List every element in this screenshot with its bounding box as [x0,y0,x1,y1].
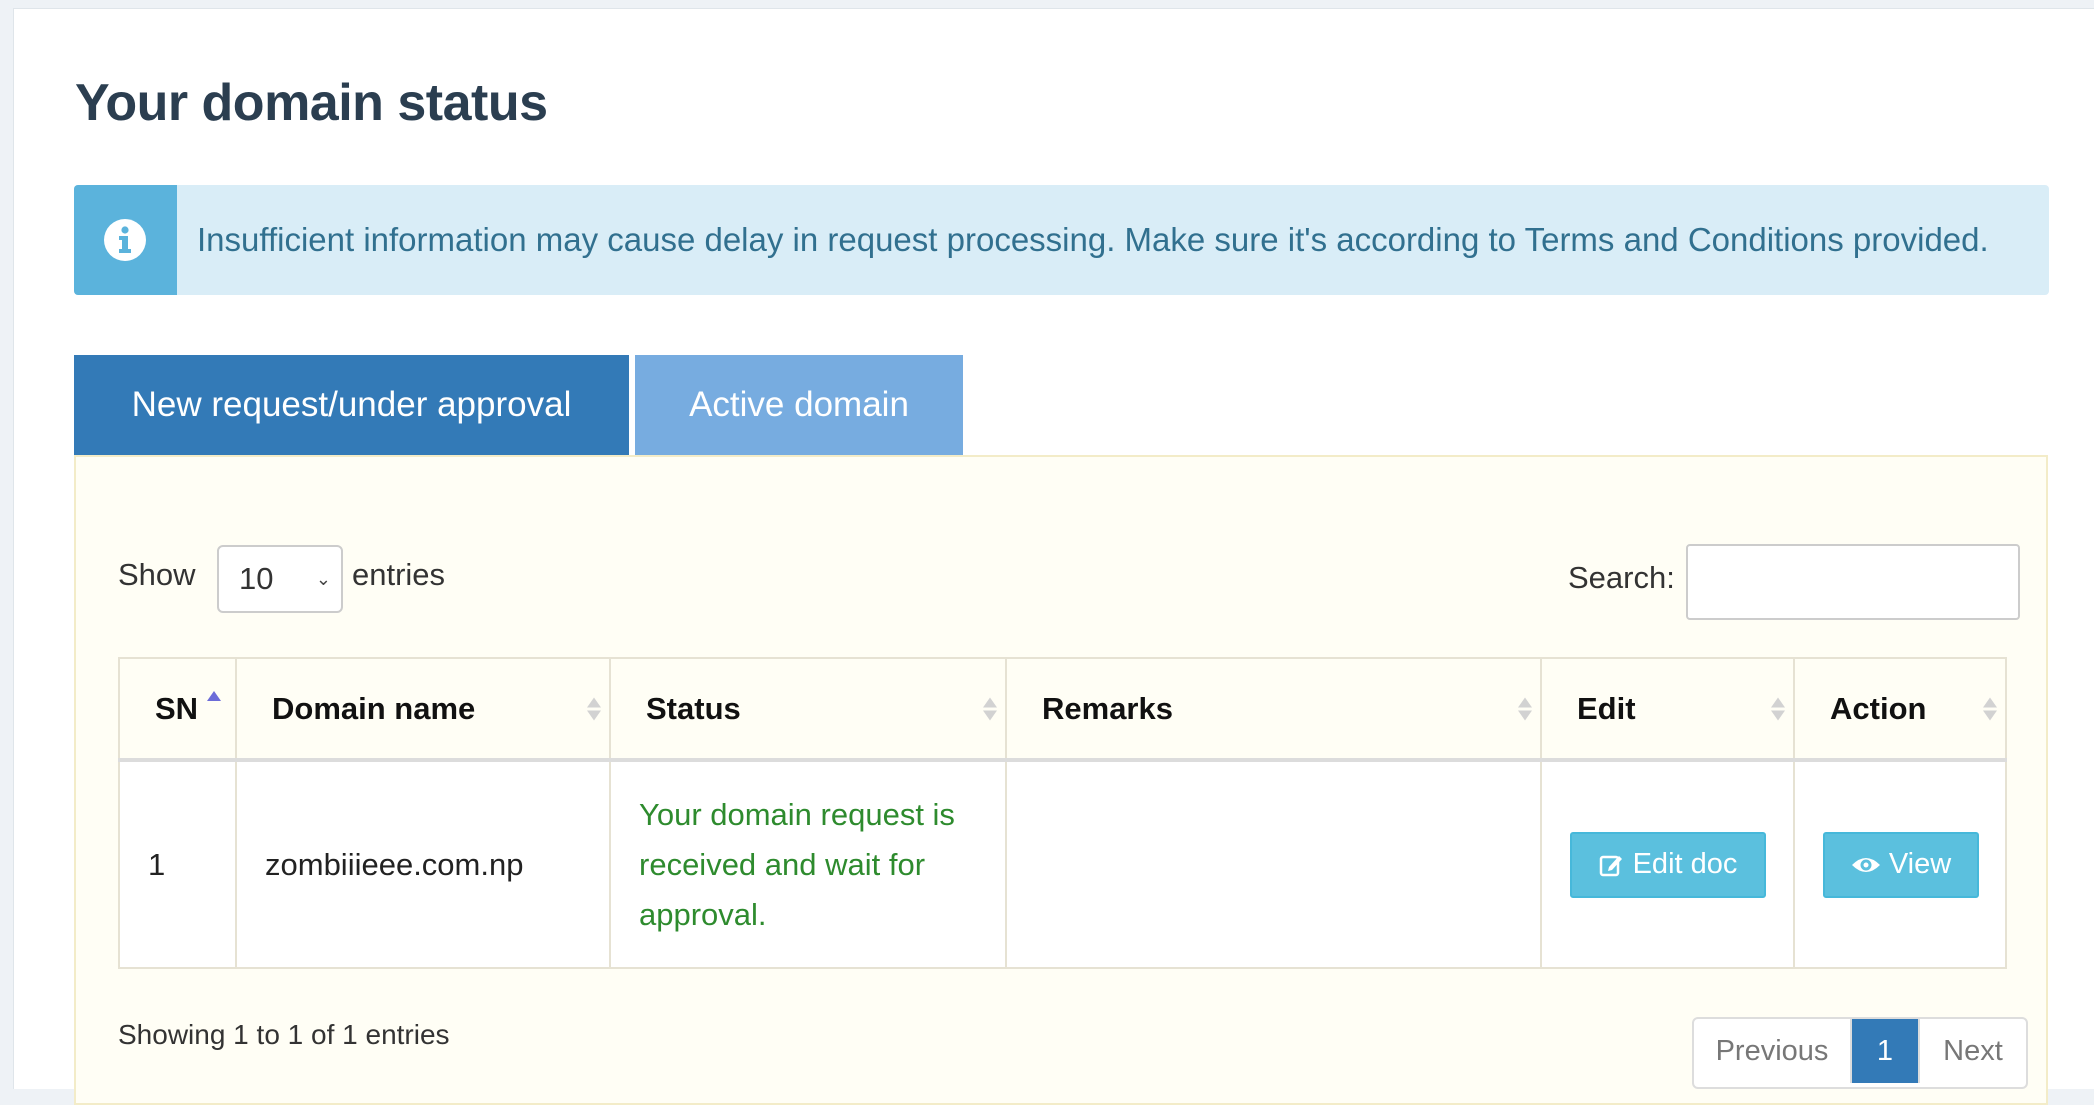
column-header-label: Edit [1577,690,1636,726]
cell-action: View [1793,759,2007,969]
column-header-action[interactable]: Action [1793,657,2007,762]
show-label: Show [118,557,196,592]
view-button[interactable]: View [1823,831,1979,898]
table-header-row: SN Domain name Status Remarks Edit Actio… [118,657,2007,762]
view-label: View [1888,848,1952,880]
search-label: Search: [1568,560,1675,595]
page-container: Your domain status Insufficient informat… [13,8,2094,1105]
column-header-remarks[interactable]: Remarks [1005,657,1542,762]
table-info: Showing 1 to 1 of 1 entries [118,1019,450,1050]
table-row: 1 zombiiieee.com.np Your domain request … [118,759,2007,969]
sort-ascending-icon [207,691,221,701]
column-header-status[interactable]: Status [609,657,1007,762]
page-length-select[interactable]: 10 ⌄ [217,545,343,613]
edit-icon [1599,855,1622,876]
info-alert: Insufficient information may cause delay… [74,185,2049,295]
column-header-label: Action [1830,690,1927,726]
column-header-label: Remarks [1042,690,1173,726]
info-circle-icon [104,219,146,261]
search-input[interactable] [1686,544,2020,620]
sort-icon [983,697,997,720]
edit-doc-label: Edit doc [1632,848,1738,880]
page-length-value: 10 [239,561,274,596]
sort-icon [1771,697,1785,720]
cell-domain-name: zombiiieee.com.np [235,759,611,969]
eye-icon [1851,857,1880,872]
sort-icon [1983,697,1997,720]
sort-icon [1518,697,1532,720]
cell-remarks [1005,759,1542,969]
column-header-domain-name[interactable]: Domain name [235,657,611,762]
page-1-button[interactable]: 1 [1852,1019,1918,1083]
cell-sn: 1 [118,759,237,969]
page-title: Your domain status [75,74,548,132]
pagination: Previous 1 Next [1692,1017,2028,1089]
previous-page-button[interactable]: Previous [1694,1019,1852,1083]
status-text: Your domain request is received and wait… [639,796,955,932]
tab-panel: Show 10 ⌄ entries Search: SN Domain name… [74,455,2048,1105]
edit-doc-button[interactable]: Edit doc [1570,831,1766,898]
domain-table: SN Domain name Status Remarks Edit Actio… [118,657,2007,969]
column-header-label: SN [155,690,199,726]
next-page-button[interactable]: Next [1918,1019,2026,1083]
column-header-label: Status [646,690,741,726]
tab-new-request[interactable]: New request/under approval [74,355,629,455]
cell-status: Your domain request is received and wait… [609,759,1007,969]
cell-edit: Edit doc [1540,759,1795,969]
column-header-sn[interactable]: SN [118,657,237,762]
alert-message: Insufficient information may cause delay… [197,221,1989,258]
chevron-down-icon: ⌄ [315,569,331,589]
tab-active-domain[interactable]: Active domain [635,355,963,455]
column-header-label: Domain name [272,690,476,726]
entries-label: entries [352,557,446,592]
alert-icon-box [74,185,177,295]
column-header-edit[interactable]: Edit [1540,657,1795,762]
sort-icon [587,697,601,720]
